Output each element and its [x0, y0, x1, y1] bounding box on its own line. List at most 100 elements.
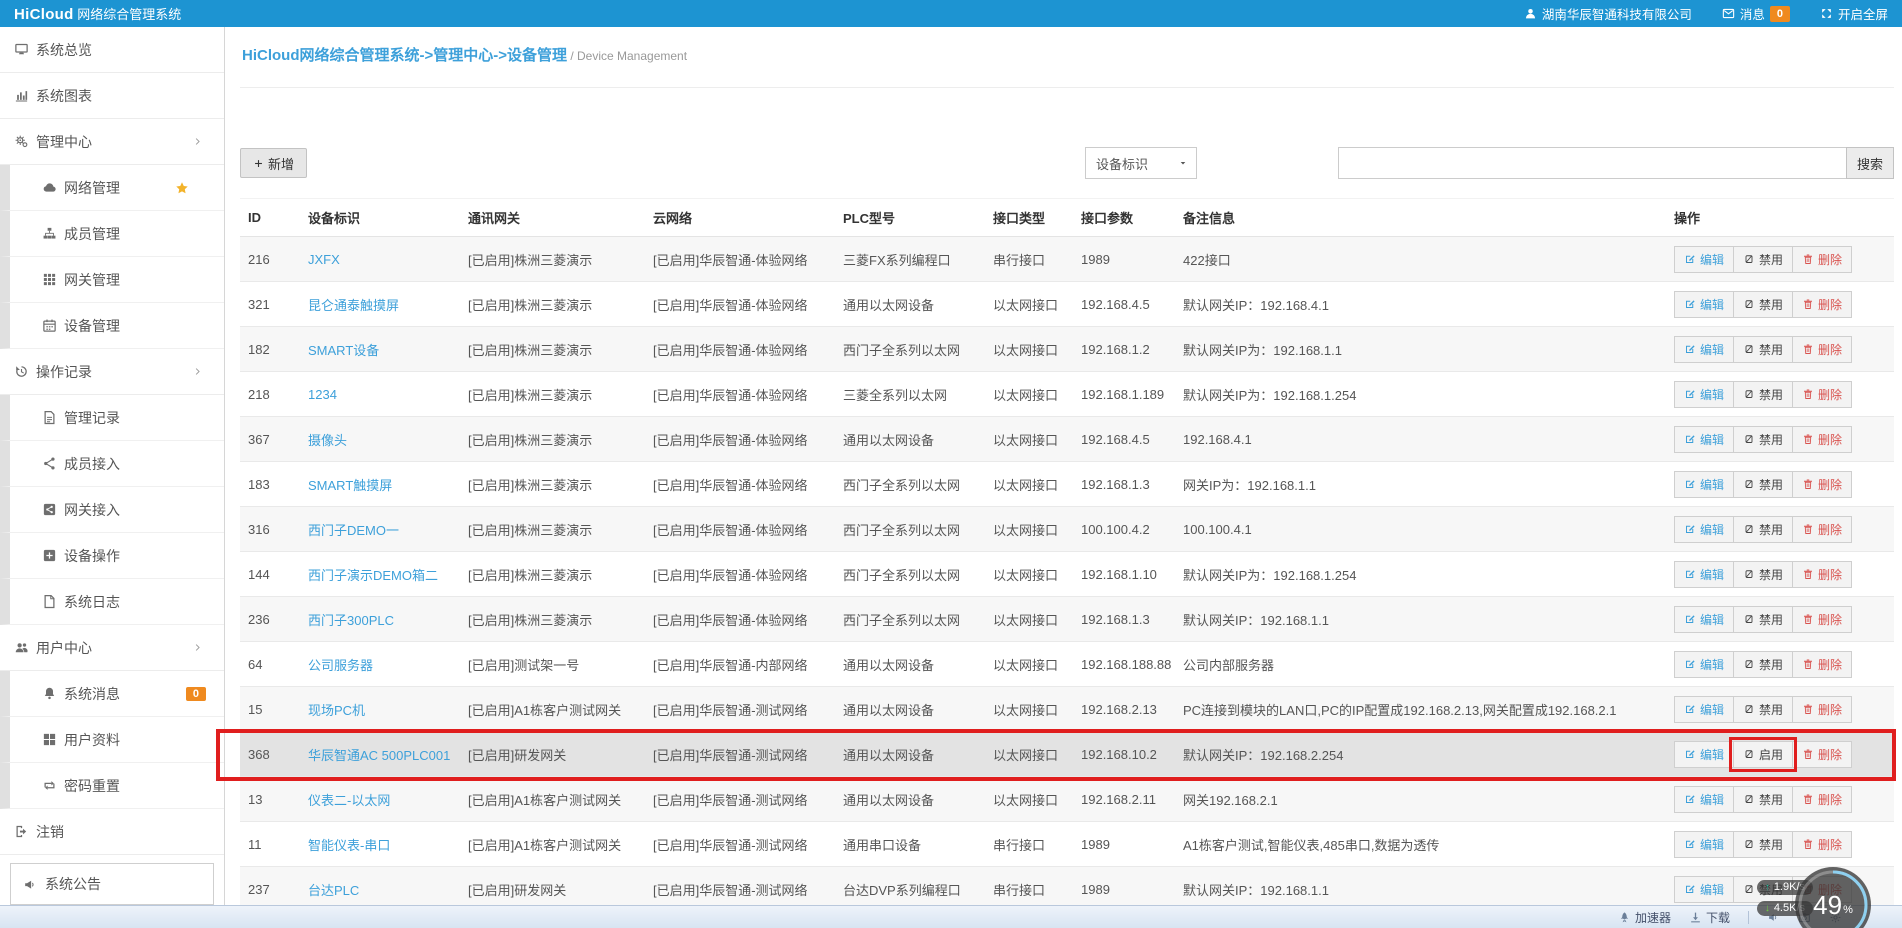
edit-icon [1686, 795, 1695, 803]
delete-button[interactable]: 删除 [1792, 830, 1853, 858]
sidebar-item-system-messages[interactable]: 系统消息 0 [0, 671, 224, 717]
device-name-link[interactable]: 1234 [308, 387, 337, 402]
delete-button[interactable]: 删除 [1792, 470, 1853, 498]
sidebar-item-gateway-access[interactable]: 网关接入 [0, 487, 224, 533]
column-header-gateway: 通讯网关 [460, 198, 645, 237]
filter-field-select[interactable]: 设备标识 [1085, 147, 1197, 179]
delete-button[interactable]: 删除 [1792, 380, 1853, 408]
statusbar-accelerator[interactable]: 加速器 [1618, 909, 1671, 926]
device-name-link[interactable]: 台达PLC [308, 883, 359, 898]
sidebar-item-password-reset[interactable]: 密码重置 [0, 763, 224, 809]
messages-menu[interactable]: 消息 0 [1722, 4, 1790, 23]
disable-button[interactable]: 禁用 [1733, 425, 1794, 453]
device-name-link[interactable]: 华辰智通AC 500PLC001 [308, 748, 450, 763]
device-name-link[interactable]: 现场PC机 [308, 703, 365, 718]
sidebar-item-logout[interactable]: 注销 [0, 809, 224, 855]
search-input[interactable] [1338, 147, 1846, 179]
plc-model-cell: 西门子全系列以太网 [835, 551, 985, 597]
fullscreen-toggle[interactable]: 开启全屏 [1820, 4, 1888, 23]
edit-button[interactable]: 编辑 [1674, 830, 1735, 858]
sidebar-item-label: 密码重置 [64, 777, 120, 794]
device-name-link[interactable]: 智能仪表-串口 [308, 838, 390, 853]
sidebar-item-system-charts[interactable]: 系统图表 [0, 73, 224, 119]
edit-button[interactable]: 编辑 [1674, 740, 1735, 768]
delete-button[interactable]: 删除 [1792, 695, 1853, 723]
search-button[interactable]: 搜索 [1846, 147, 1894, 179]
edit-button[interactable]: 编辑 [1674, 290, 1735, 318]
company-menu[interactable]: 湖南华辰智通科技有限公司 [1524, 4, 1692, 23]
edit-button[interactable]: 编辑 [1674, 695, 1735, 723]
upload-arrow-icon: ↑ [1764, 881, 1770, 893]
delete-button[interactable]: 删除 [1792, 515, 1853, 543]
device-name-link[interactable]: 西门子300PLC [308, 613, 394, 628]
disable-button[interactable]: 禁用 [1733, 650, 1794, 678]
disable-button[interactable]: 禁用 [1733, 335, 1794, 363]
sidebar-item-network-management[interactable]: 网络管理 [0, 165, 224, 211]
enable-button[interactable]: 启用 [1729, 736, 1798, 772]
sidebar-item-operation-records[interactable]: 操作记录 [0, 349, 224, 395]
edit-button[interactable]: 编辑 [1674, 650, 1735, 678]
delete-button[interactable]: 删除 [1792, 290, 1853, 318]
edit-button[interactable]: 编辑 [1674, 875, 1735, 903]
gateway-cell: [已启用]株洲三菱演示 [460, 506, 645, 552]
app-brand[interactable]: HiCloud 网络综合管理系统 [14, 4, 181, 23]
disable-button[interactable]: 禁用 [1733, 560, 1794, 588]
disable-button[interactable]: 禁用 [1733, 470, 1794, 498]
disable-button[interactable]: 禁用 [1733, 695, 1794, 723]
disable-button[interactable]: 禁用 [1733, 785, 1794, 813]
device-name-link[interactable]: 西门子DEMO一 [308, 523, 399, 538]
disable-button[interactable]: 禁用 [1733, 515, 1794, 543]
device-name-link[interactable]: 公司服务器 [308, 658, 373, 673]
edit-button[interactable]: 编辑 [1674, 785, 1735, 813]
delete-button[interactable]: 删除 [1792, 245, 1853, 273]
device-name-link[interactable]: 摄像头 [308, 433, 347, 448]
disable-button[interactable]: 禁用 [1733, 830, 1794, 858]
disable-button[interactable]: 禁用 [1733, 605, 1794, 633]
disable-button[interactable]: 禁用 [1733, 290, 1794, 318]
sidebar-item-member-management[interactable]: 成员管理 [0, 211, 224, 257]
sidebar-item-system-overview[interactable]: 系统总览 [0, 27, 224, 73]
device-name-link[interactable]: SMART触摸屏 [308, 478, 392, 493]
sidebar-item-device-operations[interactable]: 设备操作 [0, 533, 224, 579]
edit-button[interactable]: 编辑 [1674, 605, 1735, 633]
trash-icon [1804, 254, 1813, 264]
edit-button[interactable]: 编辑 [1674, 245, 1735, 273]
disable-button[interactable]: 禁用 [1733, 245, 1794, 273]
device-name-cell: 西门子300PLC [300, 596, 460, 642]
delete-button[interactable]: 删除 [1792, 425, 1853, 453]
add-device-button[interactable]: 新增 [240, 148, 308, 178]
device-name-link[interactable]: 西门子演示DEMO箱二 [308, 568, 438, 583]
sidebar-item-gateway-management[interactable]: 网关管理 [0, 257, 224, 303]
device-name-link[interactable]: JXFX [308, 252, 340, 267]
delete-button[interactable]: 删除 [1792, 785, 1853, 813]
sidebar-item-device-management[interactable]: 设备管理 [0, 303, 224, 349]
sidebar-item-management-records[interactable]: 管理记录 [0, 395, 224, 441]
edit-button[interactable]: 编辑 [1674, 470, 1735, 498]
delete-button[interactable]: 删除 [1792, 740, 1853, 768]
sidebar-item-system-announcement[interactable]: 系统公告 [10, 863, 214, 905]
sidebar-item-member-access[interactable]: 成员接入 [0, 441, 224, 487]
delete-button[interactable]: 删除 [1792, 650, 1853, 678]
device-name-link[interactable]: SMART设备 [308, 343, 379, 358]
statusbar-download[interactable]: 下载 [1689, 909, 1730, 926]
sidebar-item-user-profile[interactable]: 用户资料 [0, 717, 224, 763]
remark-cell: 192.168.4.1 [1175, 416, 1666, 462]
edit-button[interactable]: 编辑 [1674, 515, 1735, 543]
edit-button[interactable]: 编辑 [1674, 380, 1735, 408]
disable-button[interactable]: 禁用 [1733, 380, 1794, 408]
sidebar-item-management-center[interactable]: 管理中心 [0, 119, 224, 165]
delete-button[interactable]: 删除 [1792, 560, 1853, 588]
edit-button[interactable]: 编辑 [1674, 335, 1735, 363]
network-speed-circle[interactable]: 49 % [1795, 867, 1871, 928]
interface-param-cell: 1989 [1073, 236, 1175, 282]
delete-button[interactable]: 删除 [1792, 335, 1853, 363]
sidebar: 系统总览 系统图表 管理中心 网络管理 成员管理 网关管理 设备管理 操作记录 管理记录 成员接入… [0, 27, 225, 928]
device-name-link[interactable]: 昆仑通泰触摸屏 [308, 298, 399, 313]
device-name-link[interactable]: 仪表二-以太网 [308, 793, 390, 808]
delete-button[interactable]: 删除 [1792, 605, 1853, 633]
edit-button[interactable]: 编辑 [1674, 425, 1735, 453]
main-content: HiCloud网络综合管理系统->管理中心->设备管理 / Device Man… [226, 27, 1902, 928]
edit-button[interactable]: 编辑 [1674, 560, 1735, 588]
sidebar-item-system-logs[interactable]: 系统日志 [0, 579, 224, 625]
sidebar-item-user-center[interactable]: 用户中心 [0, 625, 224, 671]
